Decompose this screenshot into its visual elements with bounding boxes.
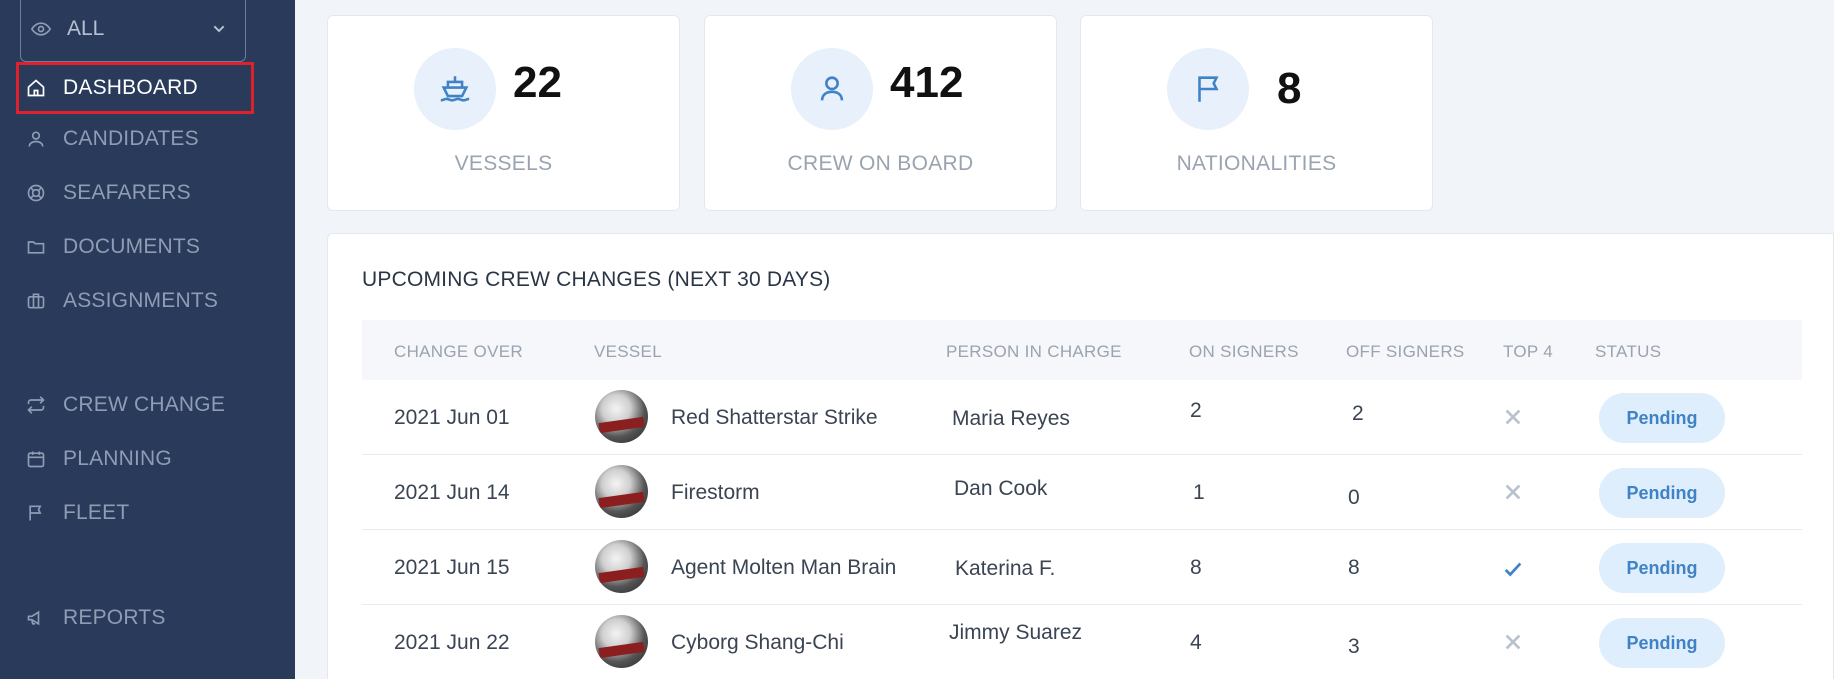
vessel-name[interactable]: Red Shatterstar Strike [671,406,878,430]
off-signers-count: 3 [1348,635,1360,658]
off-signers-count: 8 [1348,556,1360,579]
person-in-charge: Dan Cook [954,477,1048,500]
stat-value: 22 [513,58,562,107]
person-in-charge: Maria Reyes [952,407,1070,430]
status-badge[interactable]: Pending [1599,543,1725,593]
sidebar-item-label: REPORTS [63,606,166,629]
status-badge[interactable]: Pending [1599,618,1725,668]
megaphone-icon [27,610,40,626]
vessel-name[interactable]: Firestorm [671,481,760,505]
view-filter-label: ALL [67,16,105,40]
column-header[interactable]: STATUS [1595,342,1661,362]
panel-title: UPCOMING CREW CHANGES (NEXT 30 DAYS) [362,268,831,291]
calendar-icon [27,451,45,468]
on-signers-count: 2 [1190,399,1202,422]
person-in-charge: Jimmy Suarez [949,621,1083,644]
flag-icon [29,505,42,521]
change-over-date: 2021 Jun 14 [394,481,510,504]
column-header[interactable]: ON SIGNERS [1189,342,1299,362]
briefcase-icon [27,293,45,309]
stat-value: 412 [890,58,964,107]
ship-icon [440,76,470,102]
sidebar-item-label: PLANNING [63,447,172,470]
column-header[interactable]: TOP 4 [1503,342,1553,362]
x-icon [1505,484,1521,500]
user-icon [820,76,844,101]
stat-label: VESSELS [454,152,553,175]
crew-changes-panel: UPCOMING CREW CHANGES (NEXT 30 DAYS) CHA… [327,233,1834,679]
sidebar-item-crew-change[interactable]: CREW CHANGE [0,382,295,428]
stat-icon-circle [414,48,496,130]
sidebar-item-assignments[interactable]: ASSIGNMENTS [0,278,295,324]
stat-label: NATIONALITIES [1176,152,1337,175]
sidebar-item-seafarers[interactable]: SEAFARERS [0,170,295,216]
column-header[interactable]: VESSEL [594,342,662,362]
on-signers-count: 8 [1190,556,1202,579]
sidebar-item-reports[interactable]: REPORTS [0,595,295,641]
folder-icon [27,241,45,254]
table-header: CHANGE OVER VESSEL PERSON IN CHARGE ON S… [362,320,1802,380]
x-icon [1505,409,1521,425]
user-icon [28,131,44,147]
vessel-avatar [595,465,648,518]
table-row[interactable]: 2021 Jun 14 Firestorm Dan Cook 1 0 Pendi… [362,455,1802,530]
change-over-date: 2021 Jun 22 [394,631,510,654]
sidebar-item-label: CREW CHANGE [63,393,226,416]
off-signers-count: 2 [1352,402,1364,425]
vessel-avatar [595,615,648,668]
vessel-avatar [595,390,648,443]
x-icon [1505,634,1521,650]
active-item-highlight [16,62,254,114]
sidebar: ALL DASHBOARD CANDIDATES SEAFARERS DOCUM… [0,0,295,679]
column-header[interactable]: CHANGE OVER [394,342,523,362]
table-row[interactable]: 2021 Jun 01 Red Shatterstar Strike Maria… [362,380,1802,455]
check-icon [1504,562,1522,577]
flag-icon [1198,76,1219,102]
stat-icon-circle [791,48,873,130]
sidebar-item-label: ASSIGNMENTS [63,289,219,312]
status-badge[interactable]: Pending [1599,468,1725,518]
stat-value: 8 [1277,64,1302,113]
sidebar-item-fleet[interactable]: FLEET [0,490,295,536]
sidebar-item-candidates[interactable]: CANDIDATES [0,116,295,162]
status-badge[interactable]: Pending [1599,393,1725,443]
on-signers-count: 4 [1190,631,1202,654]
sidebar-item-label: FLEET [63,501,130,524]
sidebar-item-planning[interactable]: PLANNING [0,436,295,482]
stat-card-vessels: 22 VESSELS [327,15,680,211]
table-row[interactable]: 2021 Jun 15 Agent Molten Man Brain Kater… [362,530,1802,605]
on-signers-count: 1 [1193,481,1205,504]
repeat-icon [27,396,45,414]
stat-card-nationalities: 8 NATIONALITIES [1080,15,1433,211]
eye-icon [31,21,51,36]
stat-label: CREW ON BOARD [787,152,974,175]
vessel-name[interactable]: Agent Molten Man Brain [671,556,896,580]
sidebar-item-label: CANDIDATES [63,127,199,150]
sidebar-item-documents[interactable]: DOCUMENTS [0,224,295,270]
table-row[interactable]: 2021 Jun 22 Cyborg Shang-Chi Jimmy Suare… [362,605,1802,679]
sidebar-item-label: SEAFARERS [63,181,191,204]
vessel-avatar [595,540,648,593]
view-filter-dropdown[interactable]: ALL [20,0,246,62]
stat-icon-circle [1167,48,1249,130]
off-signers-count: 0 [1348,486,1360,509]
column-header[interactable]: PERSON IN CHARGE [946,342,1122,362]
vessel-name[interactable]: Cyborg Shang-Chi [671,631,844,655]
chevron-down-icon [213,25,225,32]
stat-card-crew-on-board: 412 CREW ON BOARD [704,15,1057,211]
change-over-date: 2021 Jun 01 [394,406,510,429]
change-over-date: 2021 Jun 15 [394,556,510,579]
lifebuoy-icon [27,184,45,202]
column-header[interactable]: OFF SIGNERS [1346,342,1465,362]
person-in-charge: Katerina F. [955,557,1056,580]
sidebar-item-label: DOCUMENTS [63,235,201,258]
